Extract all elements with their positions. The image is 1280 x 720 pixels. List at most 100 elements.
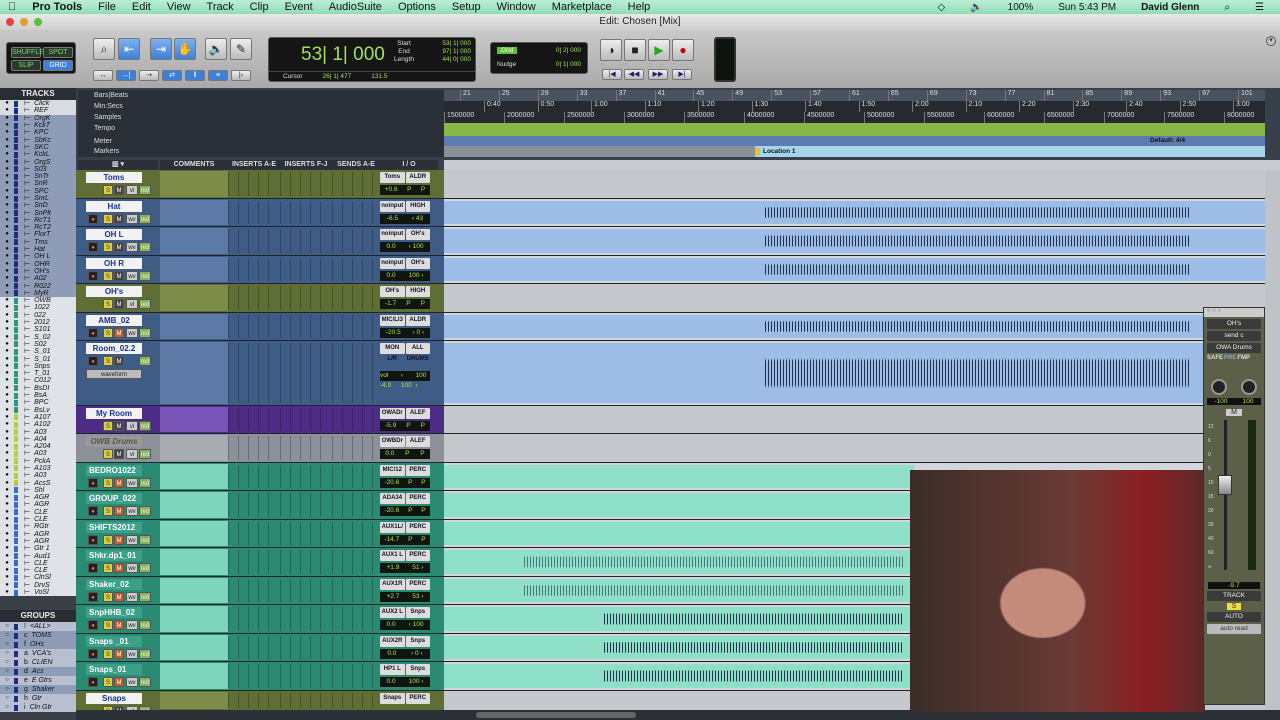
playlist-lane[interactable] xyxy=(444,406,1265,433)
track-list-item[interactable]: ● ⊢ SnPlt xyxy=(0,209,76,217)
solo-button[interactable]: S xyxy=(103,677,113,687)
meter-event[interactable]: Default: 4/4 xyxy=(1150,137,1185,144)
record-enable-button[interactable]: ● xyxy=(88,649,98,659)
inserts-ae-slots[interactable] xyxy=(228,693,278,708)
inserts-ae-slots[interactable] xyxy=(228,579,278,602)
track-list-item[interactable]: ● ⊢ BsLv xyxy=(0,406,76,414)
pan-right-value[interactable]: P xyxy=(421,185,425,195)
column-name-header[interactable]: ▥ ▾ xyxy=(78,160,158,170)
pencil-tool-icon[interactable]: ✎ xyxy=(230,38,252,60)
volume-value[interactable]: -5.9 xyxy=(385,421,396,431)
playlist-lane[interactable] xyxy=(444,170,1265,198)
track-name[interactable]: Snaps _01 xyxy=(86,636,142,647)
comments-field[interactable] xyxy=(160,663,228,689)
mute-button[interactable]: M xyxy=(114,478,124,488)
track-visibility-dot[interactable]: ● xyxy=(0,348,14,355)
sends-ae-slots[interactable] xyxy=(332,579,378,602)
inserts-fj-slots[interactable] xyxy=(280,664,330,688)
track-visibility-dot[interactable]: ● xyxy=(0,319,14,326)
track-visibility-dot[interactable]: ● xyxy=(0,129,14,136)
record-enable-button[interactable]: ● xyxy=(88,242,98,252)
track-view-selector[interactable]: vl xyxy=(126,185,138,195)
volume-pan-display[interactable]: -6.5 ‹ 43 xyxy=(380,214,430,224)
go-to-end-button[interactable]: ▶| xyxy=(672,69,692,80)
playlist-lane[interactable] xyxy=(444,313,1265,340)
mute-button[interactable]: M xyxy=(114,214,124,224)
comments-field[interactable] xyxy=(160,606,228,632)
track-view-selector[interactable]: wv xyxy=(126,563,138,573)
pan-value[interactable]: 100 › xyxy=(409,271,424,281)
inserts-ae-slots[interactable] xyxy=(228,258,278,281)
nudge-value[interactable]: 0| 1| 000 xyxy=(556,61,581,68)
comments-field[interactable] xyxy=(160,578,228,603)
volume-value[interactable]: +2.7 xyxy=(386,592,399,602)
track-visibility-dot[interactable]: ● xyxy=(0,290,14,297)
track-visibility-dot[interactable]: ● xyxy=(0,385,14,392)
output-selector[interactable]: PERC xyxy=(405,579,430,590)
audio-clip[interactable] xyxy=(765,229,1190,253)
track-visibility-dot[interactable]: ● xyxy=(0,421,14,428)
output-selector[interactable]: PERC xyxy=(405,522,430,533)
input-selector[interactable]: AUX1L/ xyxy=(380,522,405,533)
track-visibility-dot[interactable]: ● xyxy=(0,356,14,363)
group-list-item[interactable]: ○ c TOMS xyxy=(0,631,76,640)
inserts-fj-slots[interactable] xyxy=(280,550,330,574)
automation-mode-button[interactable]: red xyxy=(139,478,151,488)
sends-ae-slots[interactable] xyxy=(332,229,378,253)
pan-value[interactable]: › 0 ‹ xyxy=(413,328,425,338)
input-selector[interactable]: AUX2 L xyxy=(380,607,405,618)
safe-button[interactable]: SAFE xyxy=(1207,355,1223,361)
inserts-fj-slots[interactable] xyxy=(280,522,330,545)
record-enable-button[interactable]: ● xyxy=(88,620,98,630)
track-list-item[interactable]: ● ⊢ A02 xyxy=(0,275,76,283)
audio-clip[interactable] xyxy=(444,493,914,517)
menu-event[interactable]: Event xyxy=(277,1,321,13)
inserts-fj-slots[interactable] xyxy=(280,493,330,517)
track-visibility-dot[interactable]: ● xyxy=(0,239,14,246)
end-value[interactable]: 97| 1| 000 xyxy=(442,48,471,56)
rewind-button[interactable]: ◀◀ xyxy=(624,69,644,80)
group-list-item[interactable]: ○ f OHs xyxy=(0,640,76,649)
group-active-dot[interactable]: ○ xyxy=(0,623,14,630)
output-selector[interactable]: OH's xyxy=(405,258,430,269)
record-enable-button[interactable]: ● xyxy=(88,214,98,224)
track-name[interactable]: My Room xyxy=(86,408,142,419)
track-name[interactable]: SnpHHB_02 xyxy=(86,607,142,618)
track-list-item[interactable]: ● ⊢ PckA xyxy=(0,457,76,465)
track-visibility-dot[interactable]: ● xyxy=(0,202,14,209)
group-list-item[interactable]: ○! <ALL> xyxy=(0,622,76,631)
input-selector[interactable]: noinput xyxy=(380,201,405,212)
solo-button[interactable]: S xyxy=(103,649,113,659)
track-list-item[interactable]: ● ⊢ FlorT xyxy=(0,231,76,239)
audio-clip[interactable] xyxy=(765,315,1190,338)
sends-ae-slots[interactable] xyxy=(332,664,378,688)
audio-clip[interactable] xyxy=(444,550,914,574)
track-visibility-dot[interactable]: ● xyxy=(0,334,14,341)
output-selector[interactable]: ALEF xyxy=(405,408,430,419)
automation-mode-button[interactable]: red xyxy=(139,535,151,545)
track-visibility-dot[interactable]: ● xyxy=(0,574,14,581)
pan-right-value[interactable]: 100 › xyxy=(415,371,430,389)
inserts-fj-slots[interactable] xyxy=(280,693,330,708)
track-list-item[interactable]: ● ⊢ A03 xyxy=(0,450,76,458)
inserts-fj-slots[interactable] xyxy=(280,465,330,488)
track-visibility-dot[interactable]: ● xyxy=(0,487,14,494)
volume-pan-display[interactable]: +1.9 51 › xyxy=(380,563,430,573)
track-list-item[interactable]: ● ⊢ Tms xyxy=(0,238,76,246)
track-visibility-dot[interactable]: ● xyxy=(0,159,14,166)
group-active-dot[interactable]: ○ xyxy=(0,695,14,702)
menu-clip[interactable]: Clip xyxy=(242,1,277,13)
track-list-item[interactable]: ● ⊢ SnR xyxy=(0,180,76,188)
volume-value[interactable]: 0.0 xyxy=(387,677,396,687)
track-list-item[interactable]: ● ⊢ 2012 xyxy=(0,318,76,327)
inserts-ae-slots[interactable] xyxy=(228,343,278,403)
inserts-ae-slots[interactable] xyxy=(228,465,278,488)
comments-field[interactable] xyxy=(160,342,228,404)
groups-list[interactable]: ○! <ALL> ○ c TOMS ○ f OHs ○ a VCA's ○ b CLIEN ○ d Acs ○ e E… xyxy=(0,622,76,712)
automation-mode-button[interactable]: red xyxy=(139,563,151,573)
start-value[interactable]: 53| 1| 000 xyxy=(442,40,471,48)
menu-help[interactable]: Help xyxy=(620,1,659,13)
audio-clip[interactable] xyxy=(444,343,765,403)
track-list-item[interactable]: ● ⊢ OHR xyxy=(0,260,76,268)
input-selector[interactable]: HP1 L xyxy=(380,664,405,675)
